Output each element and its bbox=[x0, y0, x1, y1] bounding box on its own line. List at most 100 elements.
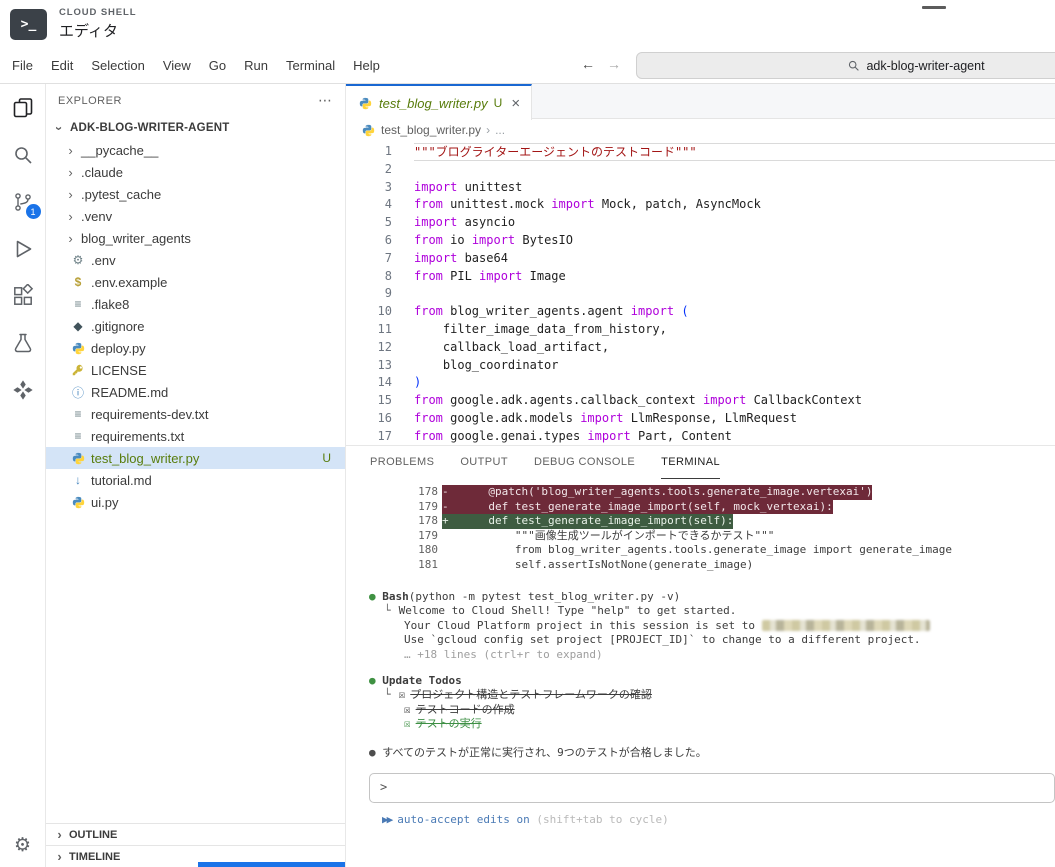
diff-block: 178- @patch('blog_writer_agents.tools.ge… bbox=[369, 485, 1055, 573]
menu-file[interactable]: File bbox=[3, 54, 42, 77]
minimize-dash[interactable] bbox=[922, 6, 946, 9]
diff-line-context: 179 """画像生成ツールがインポートできるかテスト""" bbox=[369, 529, 1055, 544]
todo-item: └☒プロジェクト構造とテストフレームワークの確認 bbox=[369, 688, 1055, 703]
code-line[interactable]: 11 filter_image_data_from_history, bbox=[346, 321, 1055, 339]
code-line[interactable]: 3import unittest bbox=[346, 179, 1055, 197]
code-line[interactable]: 15from google.adk.agents.callback_contex… bbox=[346, 392, 1055, 410]
tree-item-claude[interactable]: ›.claude bbox=[46, 161, 345, 183]
page-title: エディタ bbox=[59, 20, 136, 41]
terminal-prompt-input[interactable]: > bbox=[369, 773, 1055, 803]
tab-label: test_blog_writer.py bbox=[379, 96, 488, 111]
terminal[interactable]: 178- @patch('blog_writer_agents.tools.ge… bbox=[346, 479, 1055, 867]
tree-item-readme-md[interactable]: ⓘREADME.md bbox=[46, 381, 345, 403]
run-debug-icon bbox=[11, 237, 35, 261]
git-status-badge: U bbox=[494, 96, 503, 110]
diff-line-number: 178 bbox=[369, 514, 438, 529]
tree-item-test-blog-writer-py[interactable]: test_blog_writer.pyU bbox=[46, 447, 345, 469]
tab-test-blog-writer-py[interactable]: test_blog_writer.py U × bbox=[346, 84, 532, 120]
code-line[interactable]: 2 bbox=[346, 161, 1055, 179]
menu-view[interactable]: View bbox=[154, 54, 200, 77]
menu-help[interactable]: Help bbox=[344, 54, 389, 77]
code-line[interactable]: 6from io import BytesIO bbox=[346, 232, 1055, 250]
menu-bar: FileEditSelectionViewGoRunTerminalHelp ←… bbox=[0, 48, 1055, 84]
settings-gear-button[interactable]: ⚙ bbox=[0, 823, 46, 867]
python-icon bbox=[360, 122, 376, 138]
code-line[interactable]: 10from blog_writer_agents.agent import ( bbox=[346, 303, 1055, 321]
tool-args: (python -m pytest test_blog_writer.py -v… bbox=[409, 590, 681, 603]
chevron-right-icon: › bbox=[65, 165, 76, 180]
outline-section[interactable]: › OUTLINE bbox=[46, 823, 345, 845]
panel-tab-problems[interactable]: PROBLEMS bbox=[370, 446, 434, 479]
tree-item-pycache[interactable]: ›__pycache__ bbox=[46, 139, 345, 161]
chevron-down-icon: › bbox=[52, 123, 67, 134]
chevron-right-icon: › bbox=[65, 187, 76, 202]
breadcrumb-file[interactable]: test_blog_writer.py bbox=[381, 123, 481, 137]
menu-go[interactable]: Go bbox=[200, 54, 235, 77]
activity-run-debug-button[interactable] bbox=[0, 225, 46, 272]
activity-extensions-button[interactable] bbox=[0, 272, 46, 319]
tree-item-deploy-py[interactable]: deploy.py bbox=[46, 337, 345, 359]
code-line[interactable]: 4from unittest.mock import Mock, patch, … bbox=[346, 196, 1055, 214]
redacted-project-id bbox=[762, 620, 930, 631]
breadcrumb[interactable]: test_blog_writer.py › ... bbox=[346, 119, 1055, 141]
project-search-box[interactable]: adk-blog-writer-agent bbox=[636, 52, 1055, 79]
activity-gemini-button[interactable] bbox=[0, 366, 46, 413]
activity-explorer-button[interactable] bbox=[0, 84, 46, 131]
code-line[interactable]: 8from PIL import Image bbox=[346, 268, 1055, 286]
menu-run[interactable]: Run bbox=[235, 54, 277, 77]
title-block: CLOUD SHELL エディタ bbox=[59, 7, 136, 41]
tree-item-venv[interactable]: ›.venv bbox=[46, 205, 345, 227]
code-line[interactable]: 16from google.adk.models import LlmRespo… bbox=[346, 410, 1055, 428]
diff-line-context: 181 self.assertIsNotNone(generate_image) bbox=[369, 558, 1055, 573]
close-icon[interactable]: × bbox=[511, 95, 520, 112]
line-number: 3 bbox=[346, 179, 414, 197]
panel-tab-debug-console[interactable]: DEBUG CONSOLE bbox=[534, 446, 635, 479]
key-icon bbox=[70, 362, 86, 378]
code-line[interactable]: 5import asyncio bbox=[346, 214, 1055, 232]
code-line[interactable]: 12 callback_load_artifact, bbox=[346, 339, 1055, 357]
tree-item-license[interactable]: LICENSE bbox=[46, 359, 345, 381]
tree-item-env[interactable]: ⚙.env bbox=[46, 249, 345, 271]
back-arrow-icon[interactable]: ← bbox=[581, 56, 595, 72]
tree-item-requirements-txt[interactable]: ≡requirements.txt bbox=[46, 425, 345, 447]
code-line[interactable]: 7import base64 bbox=[346, 250, 1055, 268]
more-actions-icon[interactable]: ⋯ bbox=[318, 92, 333, 109]
line-number: 2 bbox=[346, 161, 414, 179]
forward-arrow-icon[interactable]: → bbox=[607, 56, 621, 72]
file-tree: ›ADK-BLOG-WRITER-AGENT›__pycache__›.clau… bbox=[46, 117, 345, 823]
activity-search-button[interactable] bbox=[0, 131, 46, 178]
breadcrumb-more[interactable]: ... bbox=[495, 123, 505, 137]
tree-item-flake8[interactable]: ≡.flake8 bbox=[46, 293, 345, 315]
tree-item-env-example[interactable]: $.env.example bbox=[46, 271, 345, 293]
menu-selection[interactable]: Selection bbox=[82, 54, 153, 77]
panel-tab-output[interactable]: OUTPUT bbox=[460, 446, 508, 479]
code-line[interactable]: 13 blog_coordinator bbox=[346, 357, 1055, 375]
tree-item-pytest-cache[interactable]: ›.pytest_cache bbox=[46, 183, 345, 205]
menu-terminal[interactable]: Terminal bbox=[277, 54, 344, 77]
search-icon bbox=[847, 59, 860, 72]
expand-hint[interactable]: … +18 lines (ctrl+r to expand) bbox=[369, 648, 1055, 663]
tree-item-tutorial-md[interactable]: ↓tutorial.md bbox=[46, 469, 345, 491]
tool-name: Bash bbox=[382, 590, 409, 603]
line-number: 14 bbox=[346, 374, 414, 392]
app-header: >_ CLOUD SHELL エディタ bbox=[0, 0, 1055, 48]
activity-testing-button[interactable] bbox=[0, 319, 46, 366]
code-line[interactable]: 1"""ブログライターエージェントのテストコード""" bbox=[346, 143, 1055, 161]
code-editor[interactable]: 1"""ブログライターエージェントのテストコード"""23import unit… bbox=[346, 141, 1055, 445]
git-status-badge: U bbox=[322, 451, 331, 465]
activity-source-control-button[interactable]: 1 bbox=[0, 178, 46, 225]
list-icon: ≡ bbox=[70, 296, 86, 312]
tree-root-folder[interactable]: ›ADK-BLOG-WRITER-AGENT bbox=[46, 117, 345, 139]
panel-tab-terminal[interactable]: TERMINAL bbox=[661, 446, 720, 479]
auto-accept-status[interactable]: ▶▶auto-accept edits on (shift+tab to cyc… bbox=[369, 813, 1055, 828]
tree-item-ui-py[interactable]: ui.py bbox=[46, 491, 345, 513]
code-line[interactable]: 17from google.genai.types import Part, C… bbox=[346, 428, 1055, 445]
code-line[interactable]: 14) bbox=[346, 374, 1055, 392]
tree-item-requirements-dev-txt[interactable]: ≡requirements-dev.txt bbox=[46, 403, 345, 425]
menu-edit[interactable]: Edit bbox=[42, 54, 82, 77]
code-line[interactable]: 9 bbox=[346, 285, 1055, 303]
gear-icon: ⚙ bbox=[14, 834, 31, 857]
tree-item-blog-writer-agents[interactable]: ›blog_writer_agents bbox=[46, 227, 345, 249]
tree-item-gitignore[interactable]: ◆.gitignore bbox=[46, 315, 345, 337]
auto-accept-hint: (shift+tab to cycle) bbox=[536, 813, 668, 826]
